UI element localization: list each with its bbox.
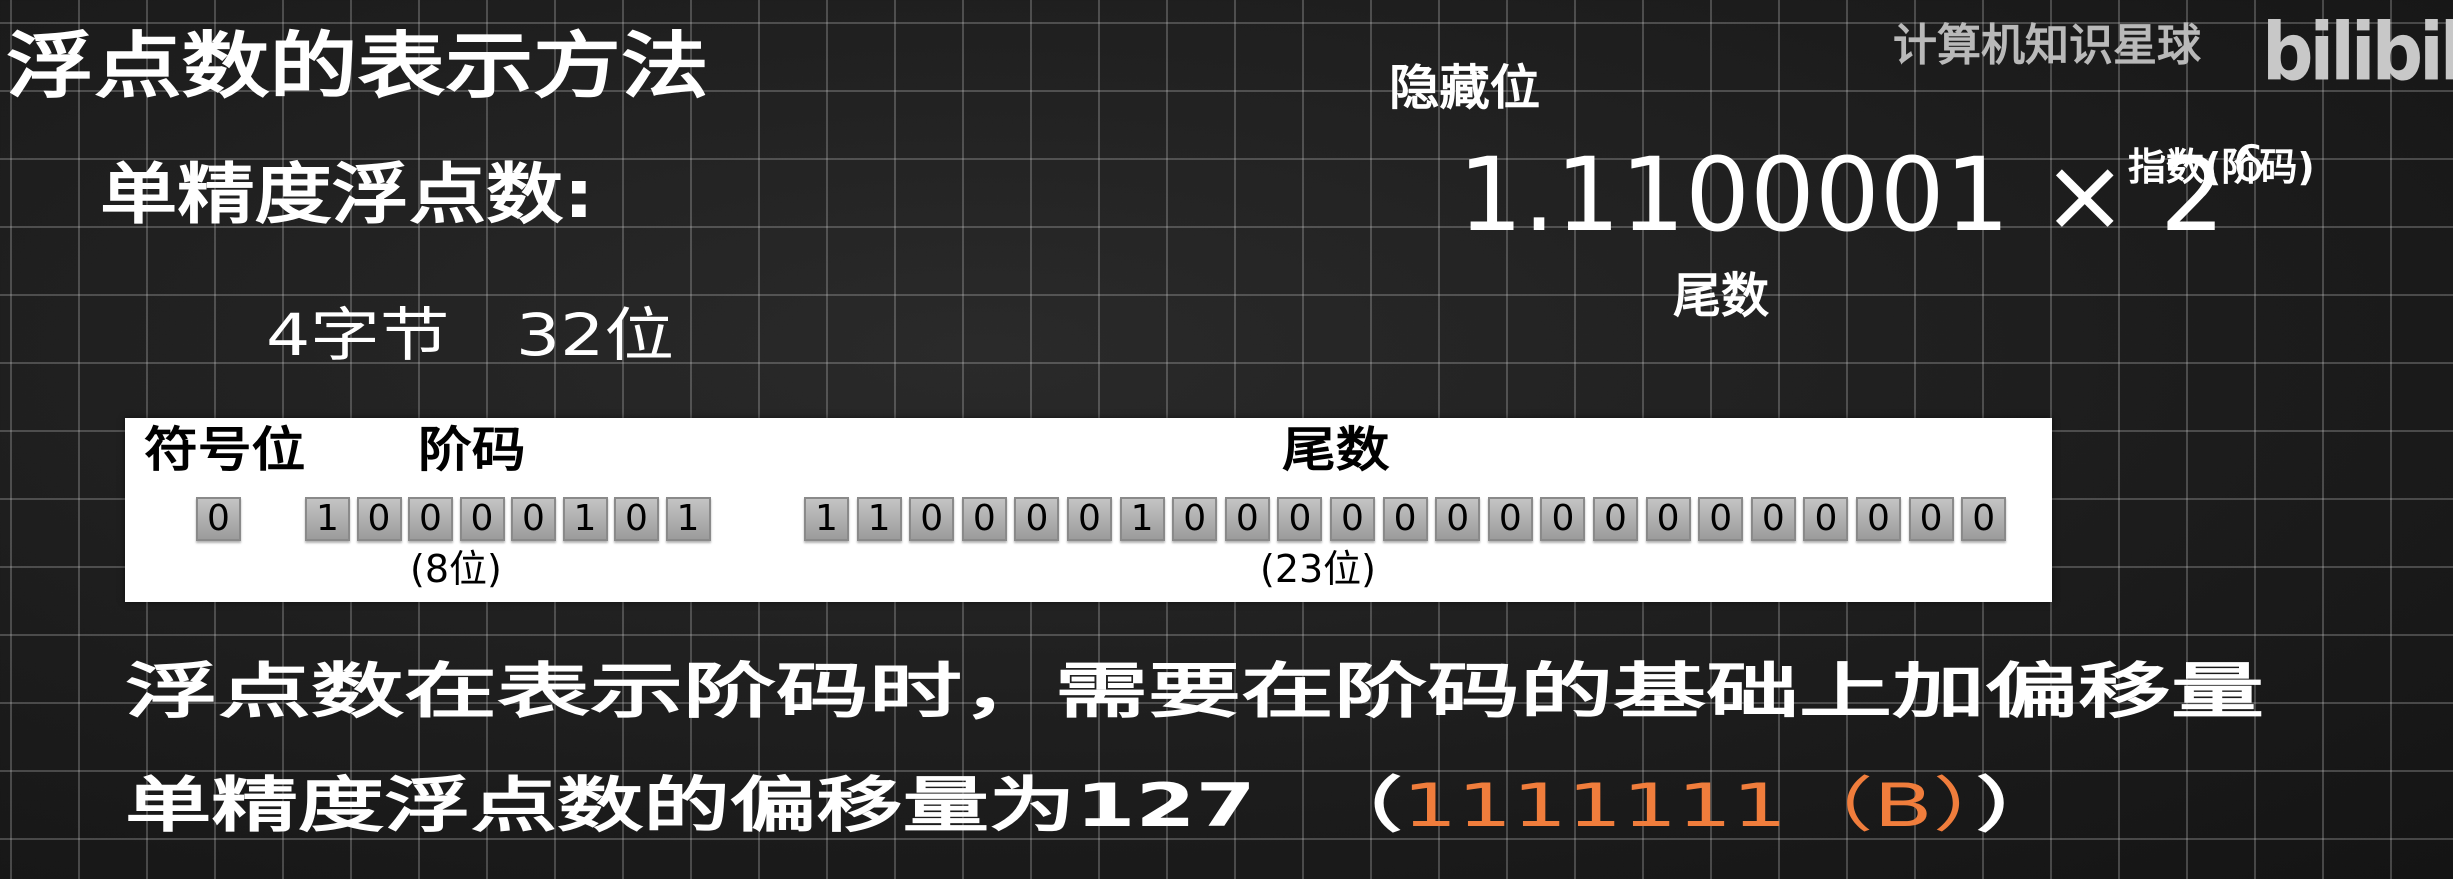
exponent-bit: 0	[356, 497, 402, 541]
size-bits: 32位	[515, 301, 675, 369]
exponent-bit: 0	[408, 497, 453, 541]
mantissa-bit: 0	[909, 497, 955, 541]
formula-mantissa: 1.1100001	[1458, 136, 2010, 255]
sign-bit: 0	[196, 497, 241, 541]
mantissa-bit: 0	[1067, 497, 1112, 541]
exponent-bit: 0	[459, 497, 505, 541]
mantissa-field-label: 尾数	[1282, 422, 1390, 478]
mantissa-bit: 0	[1540, 497, 1586, 541]
mantissa-label: 尾数	[1673, 268, 1770, 324]
mantissa-bit: 0	[1382, 497, 1428, 541]
formula-times: ×	[2042, 136, 2128, 255]
exponent-bit: 0	[511, 497, 556, 541]
size-info: 4字节 32位	[266, 306, 674, 364]
mantissa-bit: 0	[1698, 497, 1744, 541]
bit-layout-panel: 符号位 阶码 尾数 010000101110000100000000000000…	[125, 418, 2052, 602]
mantissa-bit: 1	[1119, 497, 1165, 541]
note-single-bias: 单精度浮点数的偏移量为127 （1111111（B））	[125, 776, 2062, 836]
mantissa-bit: 0	[1435, 497, 1481, 541]
note-paren-open: （	[1255, 771, 1403, 841]
bilibili-logo: bilibili	[2262, 5, 2453, 99]
exponent-bit: 0	[614, 497, 659, 541]
mantissa-bit: 1	[856, 497, 902, 541]
note-bias-binary: 1111111（B）	[1402, 771, 1977, 841]
mantissa-bit: 0	[1856, 497, 1901, 541]
note-offset-rule: 浮点数在表示阶码时，需要在阶码的基础上加偏移量	[125, 657, 2264, 727]
mantissa-bit: 1	[804, 497, 849, 541]
sign-bit-label: 符号位	[144, 422, 306, 478]
mantissa-bit: 0	[1593, 497, 1638, 541]
exponent-bit: 1	[665, 497, 711, 541]
mantissa-bit: 0	[1330, 497, 1375, 541]
mantissa-bit: 0	[1803, 497, 1849, 541]
exponent-bit: 1	[562, 497, 608, 541]
mantissa-bit: 0	[1908, 497, 1954, 541]
subtitle: 单精度浮点数:	[100, 156, 595, 233]
exponent-width-label: (8位)	[410, 547, 502, 591]
exponent-label: 指数(阶码)	[2128, 145, 2315, 189]
mantissa-width-label: (23位)	[1260, 547, 1377, 591]
exponent-field-label: 阶码	[418, 422, 526, 478]
mantissa-bit: 0	[1487, 497, 1533, 541]
mantissa-bit: 0	[1961, 497, 2007, 541]
mantissa-bit: 0	[1172, 497, 1218, 541]
mantissa-bit: 0	[1224, 497, 1270, 541]
mantissa-bit: 0	[1750, 497, 1796, 541]
exponent-bit: 1	[305, 497, 350, 541]
page-title: 浮点数的表示方法	[6, 24, 709, 108]
note-paren-close: ）	[1976, 771, 2063, 841]
note-bias-text: 单精度浮点数的偏移量为127	[125, 771, 1256, 841]
channel-watermark: 计算机知识星球	[1893, 20, 2201, 71]
mantissa-bit: 0	[961, 497, 1007, 541]
mantissa-bit: 0	[1645, 497, 1691, 541]
mantissa-bit: 0	[1277, 497, 1323, 541]
hidden-bit-label: 隐藏位	[1389, 60, 1541, 116]
mantissa-bit: 0	[1014, 497, 1060, 541]
size-bytes: 4字节	[266, 301, 450, 369]
